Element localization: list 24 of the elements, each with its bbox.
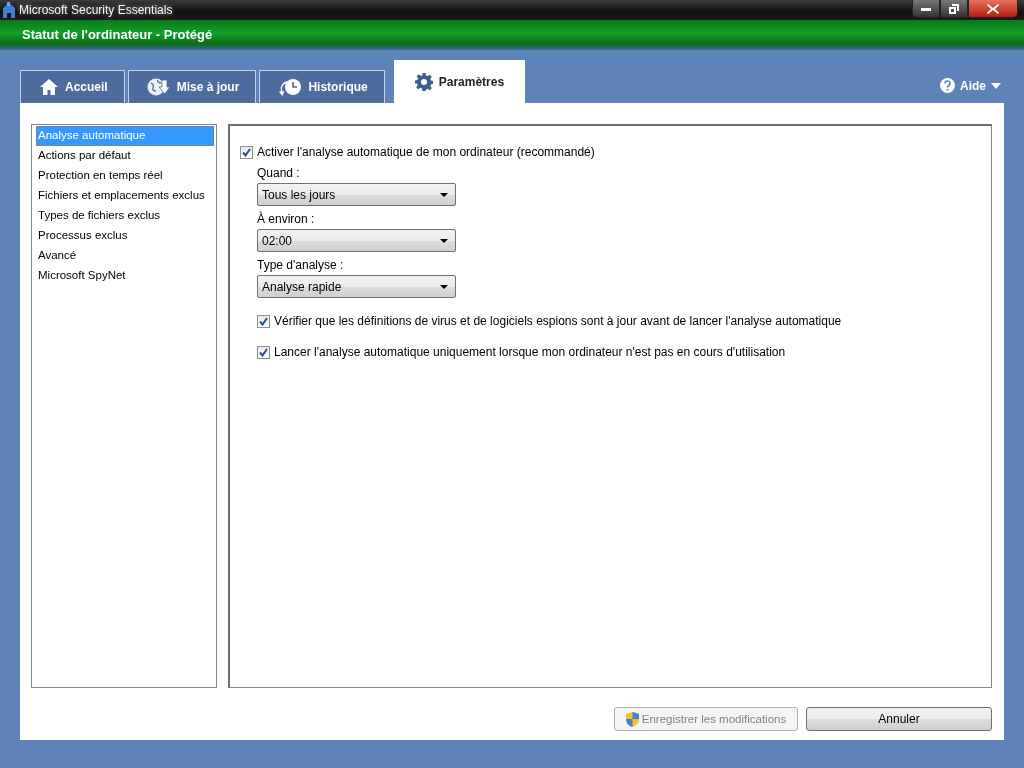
- dialog-button[interactable]: Annuler: [806, 707, 992, 731]
- checkbox-label: Activer l'analyse automatique de mon ordinateur (recommandé): [257, 144, 595, 160]
- sidebar-item[interactable]: Fichiers et emplacements exclus: [36, 186, 214, 206]
- sidebar-item[interactable]: Actions par défaut: [36, 146, 214, 166]
- tab[interactable]: Paramètres: [393, 60, 526, 103]
- checkbox-label: Vérifier que les définitions de virus et de logiciels espions sont à jour avant de lancer l'analyse automatique: [274, 313, 842, 329]
- sidebar-item[interactable]: Protection en temps réel: [36, 166, 214, 186]
- sidebar-item[interactable]: Processus exclus: [36, 226, 214, 246]
- sidebar-item[interactable]: Avancé: [36, 246, 214, 266]
- window-title: Microsoft Security Essentials: [19, 3, 173, 17]
- field-label: Type d'analyse :: [257, 258, 345, 272]
- dropdown[interactable]: 02:00: [257, 229, 456, 252]
- sidebar-item[interactable]: Types de fichiers exclus: [36, 206, 214, 226]
- tab[interactable]: Mise à jour: [127, 70, 257, 103]
- tab[interactable]: Historique: [259, 70, 385, 103]
- sidebar-item[interactable]: Microsoft SpyNet: [36, 266, 214, 286]
- dropdown[interactable]: Analyse rapide: [257, 275, 456, 298]
- status-banner-text: Statut de l'ordinateur - Protégé: [21, 26, 213, 42]
- field-label: À environ :: [257, 212, 316, 226]
- checkbox-label: Lancer l'analyse automatique uniquement lorsque mon ordinateur n'est pas en cours d'utilisation: [274, 344, 786, 360]
- tab[interactable]: Accueil: [20, 70, 125, 103]
- help-menu-button[interactable]: Aide: [940, 78, 1001, 93]
- field-label: Quand :: [257, 166, 301, 180]
- dropdown[interactable]: Tous les jours: [257, 183, 456, 206]
